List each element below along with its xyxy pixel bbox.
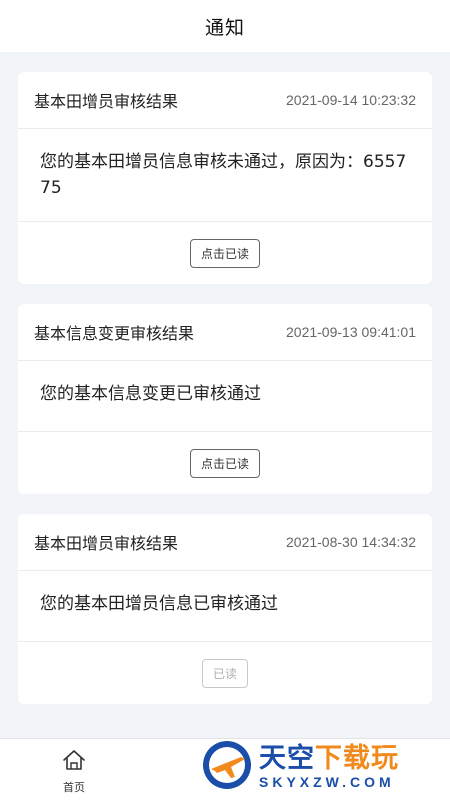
- notification-content: 您的基本田增员信息已审核通过: [18, 571, 432, 642]
- top-header: 通知: [0, 0, 450, 52]
- watermark-logo: 天空下载玩 SKYXZW.COM: [201, 738, 446, 796]
- page-title: 通知: [204, 16, 245, 39]
- mark-read-button[interactable]: 点击已读: [189, 238, 260, 268]
- tab-home-label: 首页: [63, 781, 85, 794]
- home-icon: [62, 749, 86, 775]
- watermark-title: 天空下载玩: [259, 743, 399, 774]
- notification-content: 您的基本信息变更已审核通过: [18, 361, 432, 432]
- notification-card: 基本田增员审核结果 2021-08-30 14:34:32 您的基本田增员信息已…: [18, 514, 432, 704]
- notification-title: 基本田增员审核结果: [34, 92, 179, 111]
- mark-read-button[interactable]: 点击已读: [189, 448, 260, 478]
- notification-time: 2021-09-14 10:23:32: [286, 92, 416, 108]
- notification-card: 基本信息变更审核结果 2021-09-13 09:41:01 您的基本信息变更已…: [18, 304, 432, 494]
- notification-time: 2021-09-13 09:41:01: [286, 324, 416, 340]
- notification-footer: 点击已读: [18, 222, 432, 284]
- notification-header: 基本田增员审核结果 2021-09-14 10:23:32: [18, 72, 432, 129]
- notification-list: 基本田增员审核结果 2021-09-14 10:23:32 您的基本田增员信息审…: [18, 72, 432, 724]
- watermark-text: 天空下载玩 SKYXZW.COM: [259, 743, 399, 791]
- notification-card: 基本田增员审核结果 2021-09-14 10:23:32 您的基本田增员信息审…: [18, 72, 432, 284]
- notification-content: 您的基本田增员信息审核未通过，原因为：655775: [18, 129, 432, 222]
- notification-footer: 点击已读: [18, 432, 432, 494]
- notification-title: 基本田增员审核结果: [34, 534, 179, 553]
- bottom-tab-bar: 首页 天空下载玩 SKYXZW.COM: [0, 738, 450, 800]
- read-status-button: 已读: [201, 658, 248, 688]
- notification-footer: 已读: [18, 642, 432, 704]
- watermark-domain: SKYXZW.COM: [259, 774, 395, 790]
- notification-header: 基本信息变更审核结果 2021-09-13 09:41:01: [18, 304, 432, 361]
- notification-title: 基本信息变更审核结果: [34, 324, 195, 343]
- airplane-logo-icon: [201, 739, 253, 795]
- notification-time: 2021-08-30 14:34:32: [286, 534, 416, 550]
- tab-home[interactable]: 首页: [50, 749, 98, 795]
- notification-header: 基本田增员审核结果 2021-08-30 14:34:32: [18, 514, 432, 571]
